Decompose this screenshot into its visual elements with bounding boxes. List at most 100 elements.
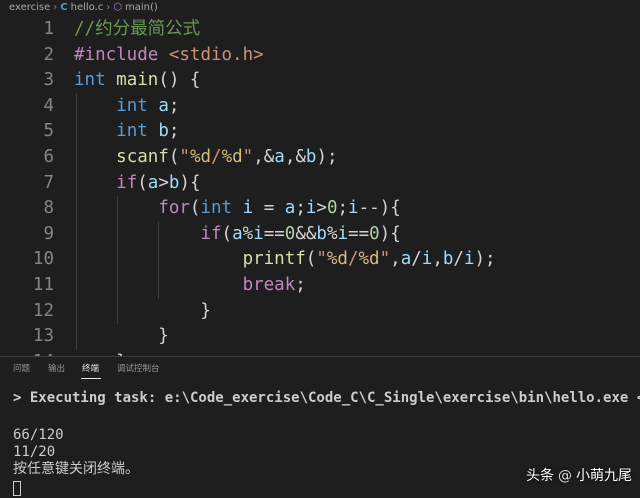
code-token: ; xyxy=(295,198,306,219)
code-token: int xyxy=(74,70,106,91)
code-editor[interactable]: 1 //约分最简公式 2 #include <stdio.h> 3 int main() … xyxy=(0,15,640,357)
code-token: main xyxy=(116,70,159,91)
code-token: / xyxy=(411,249,422,270)
code-token: a xyxy=(284,198,296,219)
code-line[interactable]: 13 } xyxy=(0,324,640,350)
code-token: %d xyxy=(221,147,243,167)
code-token: i xyxy=(242,198,254,219)
watermark: 头条 @ 小萌九尾 xyxy=(526,465,632,485)
terminal-output-line: 66/120 xyxy=(13,427,64,443)
code-token: ; xyxy=(168,95,180,116)
line-number: 7 xyxy=(43,172,54,193)
code-token: } xyxy=(74,326,169,347)
code-line[interactable]: 12 } xyxy=(0,298,640,325)
line-number: 6 xyxy=(43,147,54,167)
code-line[interactable]: 7 if(a>b){ xyxy=(0,170,640,197)
code-text: for(int i = a;i>0;i--){ xyxy=(74,196,400,222)
code-token: <stdio.h> xyxy=(168,44,264,65)
line-number: 3 xyxy=(43,70,54,91)
code-token: i xyxy=(421,249,433,270)
code-line[interactable]: 9 if(a%i==0&&b%i==0){ xyxy=(0,221,640,248)
code-token: " xyxy=(179,147,190,167)
code-token: " xyxy=(316,249,327,270)
line-number: 11 xyxy=(32,275,54,295)
code-token: %d xyxy=(326,249,348,270)
code-line[interactable]: 4 int a; xyxy=(0,93,640,120)
code-text: break; xyxy=(74,273,306,299)
terminal-output-line: 按任意键关闭终端。 xyxy=(13,461,139,477)
code-line[interactable]: 3 int main() { xyxy=(0,68,640,94)
code-token: " xyxy=(242,147,254,167)
code-token: break xyxy=(242,275,296,295)
code-line[interactable]: 6 scanf("%d/%d",&a,&b); xyxy=(0,145,640,171)
breadcrumb: exercise › Chello.c › ⬡ main() xyxy=(0,0,640,15)
code-token: b xyxy=(158,121,169,142)
code-text: printf("%d/%d",a/i,b/i); xyxy=(74,247,496,273)
terminal-cursor xyxy=(13,481,21,496)
code-token: scanf xyxy=(116,147,169,167)
code-token: ,& xyxy=(253,147,275,167)
breadcrumb-file[interactable]: hello.c xyxy=(71,2,104,13)
code-text: #include <stdio.h> xyxy=(74,43,264,69)
code-token: ( xyxy=(305,249,317,270)
code-token: ( xyxy=(189,198,201,219)
code-line[interactable]: 2 #include <stdio.h> xyxy=(0,43,640,69)
chevron-right-icon: › xyxy=(53,2,58,13)
code-token: i xyxy=(305,198,317,219)
line-number: 8 xyxy=(43,198,54,219)
code-token: % xyxy=(242,223,254,244)
code-token: ( xyxy=(137,172,148,193)
code-token: for xyxy=(158,198,190,219)
code-token: #include xyxy=(74,44,159,65)
chevron-right-icon: › xyxy=(106,2,111,13)
code-token: ( xyxy=(221,223,233,244)
tab-problems[interactable]: 问题 xyxy=(13,362,30,376)
code-line[interactable]: 5 int b; xyxy=(0,119,640,145)
terminal-task-line: > Executing task: e:\Code_exercise\Code_… xyxy=(13,390,640,406)
code-text: int a; xyxy=(74,94,179,120)
tab-terminal[interactable]: 终端 xyxy=(82,362,99,376)
code-token: a xyxy=(400,249,412,270)
code-token: , xyxy=(432,249,443,270)
code-token: b xyxy=(168,172,180,193)
code-token: ; xyxy=(295,275,306,295)
breadcrumb-folder[interactable]: exercise xyxy=(9,2,50,13)
code-token: %d xyxy=(358,249,380,270)
code-line[interactable]: 11 break; xyxy=(0,273,640,299)
code-token: && xyxy=(295,223,317,244)
code-line[interactable]: 10 printf("%d/%d",a/i,b/i); xyxy=(0,247,640,273)
code-token: 0 xyxy=(369,223,380,244)
code-token: a xyxy=(274,147,285,167)
tab-debug-console[interactable]: 调试控制台 xyxy=(117,362,160,376)
code-token: / xyxy=(211,147,222,167)
code-token: , xyxy=(390,249,401,270)
line-number: 4 xyxy=(43,95,54,116)
code-token: printf xyxy=(242,249,306,270)
line-number: 2 xyxy=(43,44,54,65)
code-text: //约分最简公式 xyxy=(74,17,200,43)
code-token: ); xyxy=(316,147,338,167)
line-number: 1 xyxy=(43,19,54,39)
line-number: 12 xyxy=(32,300,54,321)
code-token: //约分最简公式 xyxy=(74,19,201,39)
code-token: a xyxy=(232,223,243,244)
breadcrumb-symbol[interactable]: main() xyxy=(125,2,158,13)
tab-output[interactable]: 输出 xyxy=(48,362,65,376)
code-token: 0 xyxy=(284,223,296,244)
code-line[interactable]: 1 //约分最简公式 xyxy=(0,17,640,43)
terminal-output-line: 11/20 xyxy=(13,444,56,460)
code-token: ){ xyxy=(179,172,201,193)
code-token: ){ xyxy=(379,223,401,244)
code-line[interactable]: 8 for(int i = a;i>0;i--){ xyxy=(0,196,640,222)
code-token: int xyxy=(116,95,148,116)
code-token: if xyxy=(116,172,138,193)
line-number: 10 xyxy=(32,249,54,270)
c-file-icon: C xyxy=(60,2,68,13)
code-token: ); xyxy=(474,249,496,270)
